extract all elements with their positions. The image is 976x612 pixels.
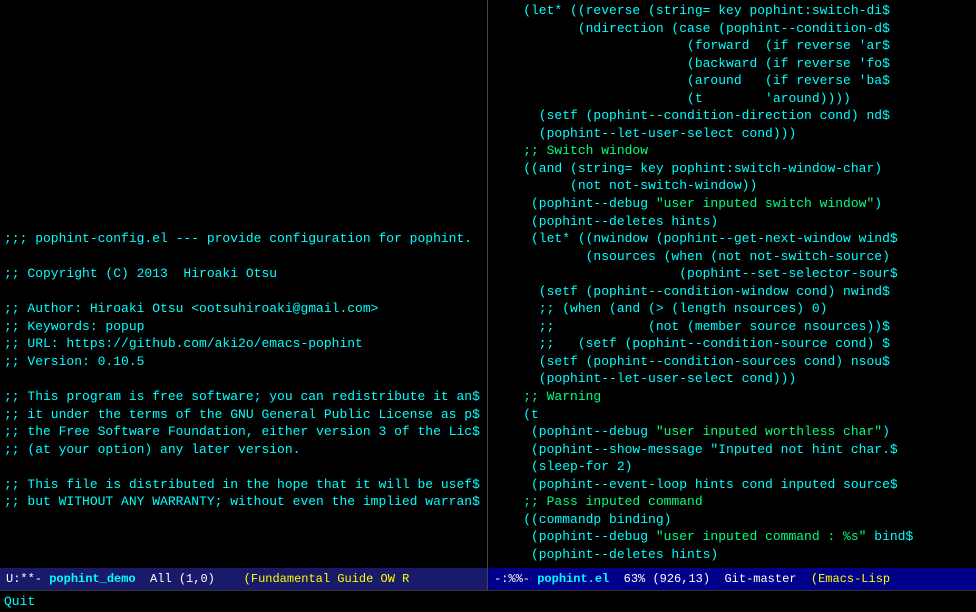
editor-area: ;;; pophint-config.el --- provide config… <box>0 0 976 590</box>
left-pane: ;;; pophint-config.el --- provide config… <box>0 0 488 590</box>
left-position: All (1,0) <box>150 572 215 586</box>
left-mode: (Fundamental Guide OW R <box>244 572 410 586</box>
left-filename: pophint_demo <box>49 572 135 586</box>
left-code-content[interactable]: ;;; pophint-config.el --- provide config… <box>0 0 487 568</box>
right-flag: -:%%- <box>494 572 530 586</box>
right-code-content[interactable]: (let* ((reverse (string= key pophint:swi… <box>488 0 976 568</box>
left-mode-line: U:**- pophint_demo All (1,0) (Fundamenta… <box>0 568 487 590</box>
right-filename: pophint.el <box>537 572 609 586</box>
right-mode-line: -:%%- pophint.el 63% (926,13) Git-master… <box>488 568 976 590</box>
right-mode: (Emacs-Lisp <box>811 572 890 586</box>
left-flag: U:**- <box>6 572 42 586</box>
right-pane: (let* ((reverse (string= key pophint:swi… <box>488 0 976 590</box>
right-percentage: 63% (926,13) <box>624 572 710 586</box>
minibuffer: Quit <box>0 590 976 612</box>
right-branch: Git-master <box>724 572 796 586</box>
minibuffer-text: Quit <box>4 594 35 609</box>
